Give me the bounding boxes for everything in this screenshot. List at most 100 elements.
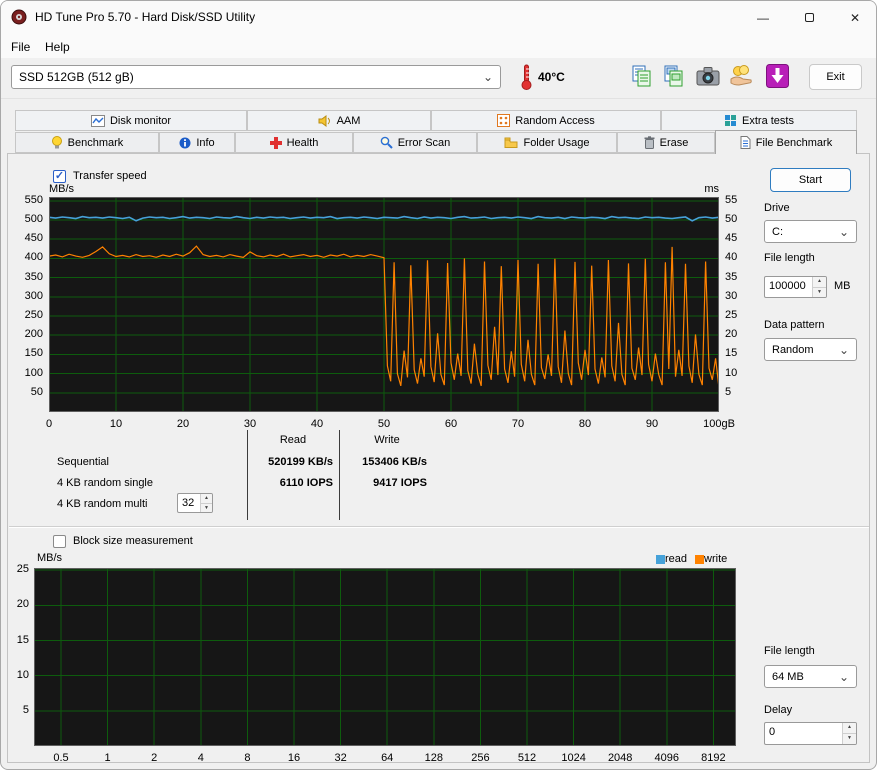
tab-info[interactable]: Info xyxy=(159,132,235,153)
blocksize-chart-plot xyxy=(34,568,736,746)
window-title: HD Tune Pro 5.70 - Hard Disk/SSD Utility xyxy=(35,10,256,24)
drive-select[interactable]: C: ⌄ xyxy=(764,220,857,243)
results-divider xyxy=(247,430,248,520)
axis-tick-label: 50 xyxy=(725,213,738,225)
axis-tick-label: 256 xyxy=(471,752,490,764)
spin-up-icon[interactable]: ▲ xyxy=(813,277,826,287)
axis-tick-label: 10 xyxy=(725,366,738,379)
result-row-label: Sequential xyxy=(57,456,109,468)
delay-label: Delay xyxy=(764,704,793,716)
delay-spinner[interactable]: 0 ▲ ▼ xyxy=(764,722,857,745)
axis-tick-label: 60 xyxy=(444,418,458,430)
spin-up-icon[interactable]: ▲ xyxy=(201,494,212,503)
transfer-speed-checkbox[interactable]: ✓ xyxy=(53,170,66,183)
result-row-label: 4 KB random multi xyxy=(57,498,148,510)
start-button[interactable]: Start xyxy=(770,168,851,192)
benchmark-icon xyxy=(51,136,62,149)
minimize-button[interactable]: — xyxy=(740,1,786,34)
y-axis-unit: MB/s xyxy=(37,552,63,564)
axis-tick-label: 15 xyxy=(725,347,738,360)
axis-tick-label: 70 xyxy=(511,418,525,430)
device-select[interactable]: SSD 512GB (512 gB) ⌄ xyxy=(11,65,501,89)
write-header: Write xyxy=(374,434,400,446)
axis-tick-label: 8 xyxy=(244,752,251,764)
tab-health[interactable]: Health xyxy=(235,132,353,153)
tab-random-access[interactable]: Random Access xyxy=(431,110,661,131)
axis-tick-label: 200 xyxy=(24,328,43,341)
axis-tick-label: 512 xyxy=(517,752,537,764)
drive-label: Drive xyxy=(764,202,790,214)
axis-tick-label: 8192 xyxy=(701,752,726,764)
read-header: Read xyxy=(279,434,307,446)
axis-tick-label: 4096 xyxy=(654,752,680,764)
hdtune-window: HD Tune Pro 5.70 - Hard Disk/SSD Utility… xyxy=(0,0,877,770)
axis-tick-label: 4 xyxy=(197,752,204,764)
copy-text-icon[interactable] xyxy=(631,65,653,87)
axis-tick-label: 35 xyxy=(725,270,738,283)
tab-disk-monitor[interactable]: Disk monitor xyxy=(15,110,247,131)
tab-label: Erase xyxy=(659,136,689,149)
check-icon: ✓ xyxy=(54,170,65,182)
axis-tick-label: 50 xyxy=(30,385,43,398)
menu-file[interactable]: File xyxy=(5,38,36,56)
app-icon xyxy=(11,9,27,25)
result-write-value: 9417 IOPS xyxy=(373,477,427,489)
download-icon[interactable] xyxy=(766,64,789,88)
tab-file-benchmark[interactable]: File Benchmark xyxy=(715,130,857,154)
chevron-down-icon: ⌄ xyxy=(838,224,849,239)
close-button[interactable]: ✕ xyxy=(832,1,876,34)
camera-icon[interactable] xyxy=(696,66,720,86)
spin-down-icon[interactable]: ▼ xyxy=(201,503,212,512)
file-length-spinner[interactable]: 100000 ▲ ▼ xyxy=(764,276,827,298)
axis-tick-label: 40 xyxy=(725,251,738,264)
chevron-down-icon: ⌄ xyxy=(482,70,493,84)
tab-erase[interactable]: Erase xyxy=(617,132,715,153)
exit-button[interactable]: Exit xyxy=(809,64,862,90)
block-size-checkbox[interactable] xyxy=(53,535,66,548)
axis-tick-label: 350 xyxy=(24,270,43,283)
tab-label: Benchmark xyxy=(67,136,124,149)
tab-label: Extra tests xyxy=(742,114,794,127)
thermometer-icon xyxy=(521,64,532,90)
data-pattern-select[interactable]: Random ⌄ xyxy=(764,338,857,361)
axis-tick-label: 64 xyxy=(381,752,394,764)
drive-select-value: C: xyxy=(772,225,783,238)
axis-tick-label: 90 xyxy=(645,418,659,430)
tab-label: Disk monitor xyxy=(109,114,172,127)
axis-tick-label: 80 xyxy=(578,418,592,430)
axis-tick-label: 20 xyxy=(16,598,29,611)
transfer-chart-plot xyxy=(49,197,719,412)
donate-icon[interactable] xyxy=(729,65,753,87)
axis-tick-label: 32 xyxy=(334,752,347,764)
maximize-button[interactable] xyxy=(786,1,832,34)
spin-down-icon[interactable]: ▼ xyxy=(843,733,856,744)
speaker-icon xyxy=(318,114,330,127)
tab-aam[interactable]: AAM xyxy=(247,110,431,131)
copy-image-icon[interactable] xyxy=(663,65,685,87)
axis-tick-label: 40 xyxy=(310,418,324,430)
tab-label: Info xyxy=(196,136,215,149)
file-length2-label: File length xyxy=(764,645,815,657)
extra-tests-icon xyxy=(725,115,737,126)
spin-up-icon[interactable]: ▲ xyxy=(843,723,856,733)
section-divider xyxy=(9,526,869,528)
result-write-value: 153406 KB/s xyxy=(362,456,427,468)
axis-tick-label: 55 xyxy=(725,193,738,206)
axis-tick-label: 30 xyxy=(243,418,257,430)
axis-tick-label: 0 xyxy=(45,418,53,430)
tab-label: AAM xyxy=(336,114,361,127)
axis-tick-label: 128 xyxy=(424,752,443,764)
menu-help[interactable]: Help xyxy=(39,38,76,56)
tab-folder-usage[interactable]: Folder Usage xyxy=(477,132,617,153)
tab-error-scan[interactable]: Error Scan xyxy=(353,132,477,153)
data-pattern-label: Data pattern xyxy=(764,319,825,331)
legend-read-label: read xyxy=(665,553,688,565)
result-read-value: 6110 IOPS xyxy=(279,477,333,489)
file-length2-select[interactable]: 64 MB ⌄ xyxy=(764,665,857,688)
tab-benchmark[interactable]: Benchmark xyxy=(15,132,159,153)
spin-down-icon[interactable]: ▼ xyxy=(813,286,826,297)
multi-thread-spinner[interactable]: 32 ▲ ▼ xyxy=(177,493,213,513)
tab-extra-tests[interactable]: Extra tests xyxy=(661,110,857,131)
tab-label: Folder Usage xyxy=(523,136,590,149)
axis-tick-label: 10 xyxy=(16,668,29,681)
